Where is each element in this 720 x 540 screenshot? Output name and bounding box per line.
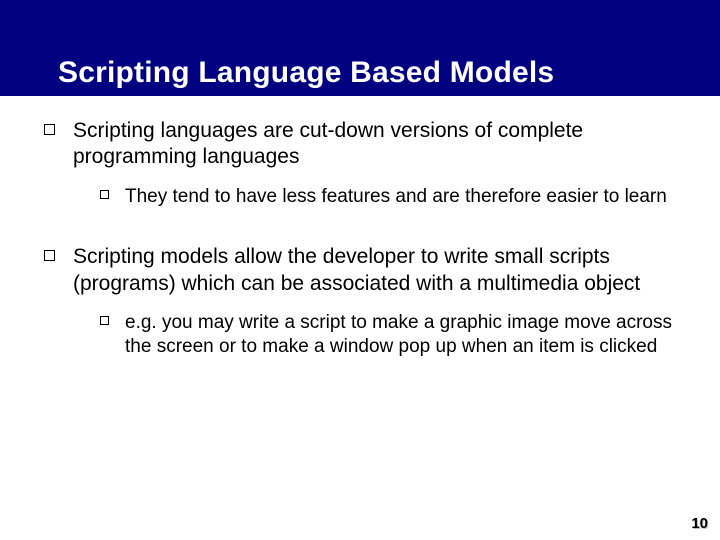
slide-title: Scripting Language Based Models	[58, 56, 554, 90]
bullet-item: Scripting models allow the developer to …	[44, 244, 676, 297]
sub-bullet-item: e.g. you may write a script to make a gr…	[100, 311, 676, 359]
square-bullet-icon	[100, 190, 109, 199]
sub-bullet-text: They tend to have less features and are …	[125, 185, 667, 209]
sub-bullet-text: e.g. you may write a script to make a gr…	[125, 311, 676, 359]
bullet-item: Scripting languages are cut-down version…	[44, 118, 676, 171]
title-band: Scripting Language Based Models	[0, 0, 720, 96]
sub-bullet-item: They tend to have less features and are …	[100, 185, 676, 209]
square-bullet-icon	[100, 316, 109, 325]
slide-body: Scripting languages are cut-down version…	[0, 96, 720, 358]
spacer	[44, 214, 676, 244]
page-number: 10	[691, 515, 708, 532]
bullet-text: Scripting languages are cut-down version…	[73, 118, 676, 171]
bullet-text: Scripting models allow the developer to …	[73, 244, 676, 297]
square-bullet-icon	[44, 124, 55, 135]
square-bullet-icon	[44, 250, 55, 261]
